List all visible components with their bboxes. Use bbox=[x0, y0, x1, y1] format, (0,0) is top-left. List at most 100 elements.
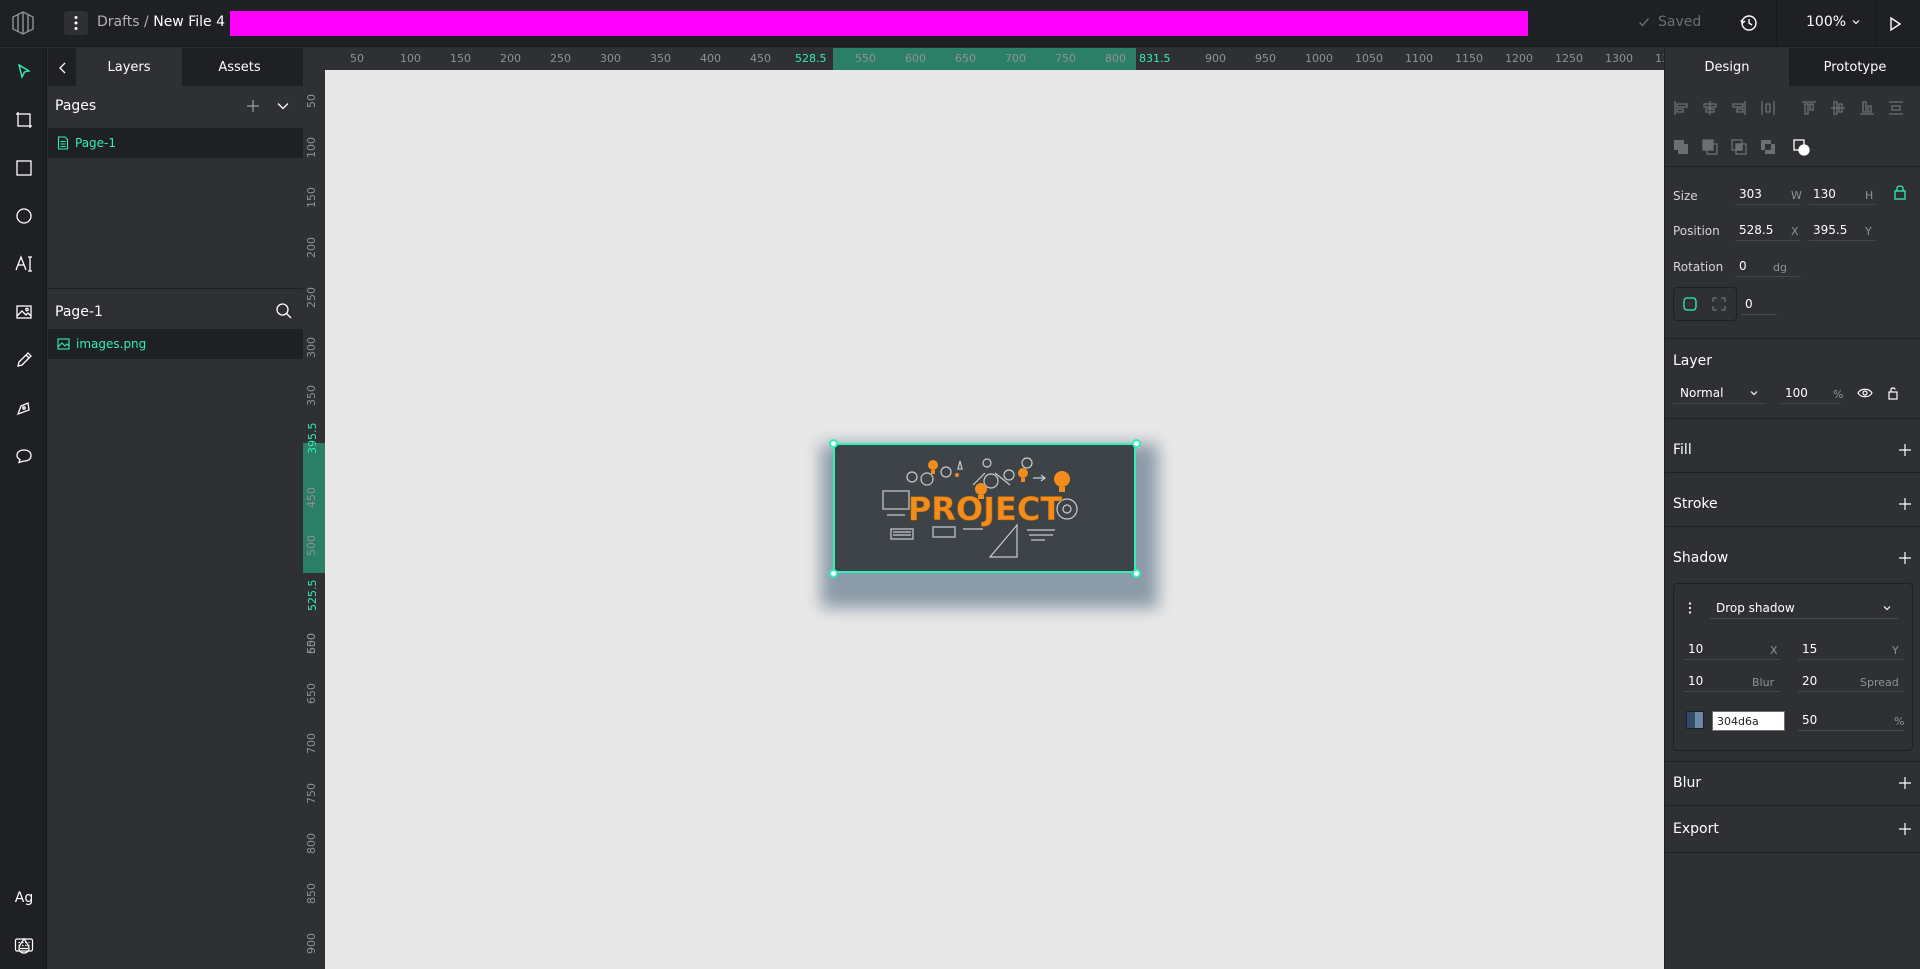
tab-design[interactable]: Design bbox=[1665, 48, 1789, 86]
layer-opacity-unit: % bbox=[1833, 388, 1844, 401]
shortcuts-icon[interactable] bbox=[11, 932, 37, 958]
ruler-tick: 450 bbox=[305, 487, 318, 508]
ruler-selection-start: 528.5 bbox=[795, 52, 827, 65]
eye-icon[interactable] bbox=[1855, 383, 1875, 403]
bool-exclude-icon[interactable] bbox=[1758, 137, 1778, 157]
plus-icon[interactable] bbox=[1897, 821, 1913, 837]
horizontal-ruler: 50 100 150 200 250 300 350 400 450 550 600 650 700 75… bbox=[303, 48, 1664, 70]
ruler-tick: 800 bbox=[1105, 52, 1126, 65]
position-y-unit: Y bbox=[1865, 225, 1872, 238]
ruler-tick: 1250 bbox=[1555, 52, 1583, 65]
back-icon[interactable] bbox=[52, 58, 74, 78]
selected-image[interactable]: PROJECT bbox=[833, 443, 1136, 573]
chevron-down-icon[interactable] bbox=[274, 97, 292, 115]
shadow-y-input[interactable]: 15 bbox=[1798, 638, 1904, 660]
canvas[interactable]: PROJECT bbox=[325, 70, 1664, 969]
align-hcenter-icon[interactable] bbox=[1700, 98, 1720, 118]
tab-prototype[interactable]: Prototype bbox=[1789, 48, 1920, 86]
radius-all-icon[interactable] bbox=[1680, 294, 1700, 314]
radius-input[interactable]: 0 bbox=[1741, 293, 1777, 315]
options-icon[interactable] bbox=[1680, 598, 1700, 618]
rect-icon[interactable] bbox=[11, 155, 37, 181]
left-panel: Layers Assets Pages Page-1 Page-1 images… bbox=[48, 48, 303, 969]
topbar-divider bbox=[1776, 0, 1777, 47]
plus-icon[interactable] bbox=[1897, 496, 1913, 512]
comments-icon[interactable] bbox=[11, 443, 37, 469]
plus-icon[interactable] bbox=[1897, 442, 1913, 458]
shadow-type-select[interactable]: Drop shadow bbox=[1710, 597, 1898, 619]
divider bbox=[1665, 166, 1920, 167]
curve-icon[interactable] bbox=[11, 347, 37, 373]
plus-icon[interactable] bbox=[1897, 775, 1913, 791]
breadcrumb-project[interactable]: Drafts bbox=[97, 14, 140, 30]
align-vcenter-icon[interactable] bbox=[1828, 98, 1848, 118]
page-item[interactable]: Page-1 bbox=[48, 128, 303, 158]
ruler-tick: 900 bbox=[1205, 52, 1226, 65]
bool-intersection-icon[interactable] bbox=[1729, 137, 1749, 157]
distribute-vertical-icon[interactable] bbox=[1886, 98, 1906, 118]
layer-opacity-input[interactable]: 100 bbox=[1781, 382, 1841, 404]
radius-mode-group bbox=[1673, 287, 1737, 321]
flatten-icon[interactable] bbox=[1791, 137, 1811, 157]
shadow-color-input[interactable]: 304d6a bbox=[1712, 711, 1785, 731]
ruler-selection-end: 831.5 bbox=[1139, 52, 1171, 65]
zoom-dropdown[interactable]: 100% bbox=[1806, 14, 1861, 30]
path-icon[interactable] bbox=[11, 395, 37, 421]
move-icon[interactable] bbox=[11, 58, 37, 84]
shadow-opacity-input[interactable]: 50 bbox=[1798, 709, 1904, 731]
rotation-label: Rotation bbox=[1673, 260, 1724, 274]
align-right-icon[interactable] bbox=[1729, 98, 1749, 118]
lock-icon[interactable] bbox=[1883, 383, 1903, 403]
bool-union-icon[interactable] bbox=[1671, 137, 1691, 157]
lock-icon[interactable] bbox=[1890, 182, 1910, 202]
ruler-selection bbox=[833, 48, 1136, 70]
resize-handle-tr[interactable] bbox=[1132, 439, 1141, 448]
position-x-unit: X bbox=[1791, 225, 1799, 238]
resize-handle-bl[interactable] bbox=[829, 569, 838, 578]
layer-item[interactable]: images.png bbox=[48, 329, 303, 359]
resize-handle-br[interactable] bbox=[1132, 569, 1141, 578]
size-label: Size bbox=[1673, 189, 1698, 203]
shadow-color-swatch[interactable] bbox=[1686, 711, 1704, 729]
radius-independent-icon[interactable] bbox=[1709, 294, 1729, 314]
play-icon[interactable] bbox=[1884, 13, 1906, 35]
history-icon[interactable] bbox=[1738, 12, 1760, 34]
image-icon[interactable] bbox=[11, 299, 37, 325]
file-name[interactable]: New File 4 bbox=[153, 14, 225, 30]
search-icon[interactable] bbox=[274, 301, 294, 321]
plus-icon[interactable] bbox=[244, 97, 262, 115]
shadow-opacity-unit: % bbox=[1894, 715, 1905, 728]
text-icon[interactable] bbox=[11, 251, 37, 277]
bool-difference-icon[interactable] bbox=[1700, 137, 1720, 157]
shadow-x-input[interactable]: 10 bbox=[1684, 638, 1780, 660]
resize-handle-tl[interactable] bbox=[829, 439, 838, 448]
pages-divider bbox=[48, 288, 303, 289]
radius-value: 0 bbox=[1745, 296, 1753, 311]
rotation-input[interactable]: 0 bbox=[1735, 255, 1801, 277]
ellipse-icon[interactable] bbox=[11, 203, 37, 229]
shadow-blur-unit: Blur bbox=[1752, 676, 1775, 689]
align-left-icon[interactable] bbox=[1671, 98, 1691, 118]
menu-icon[interactable] bbox=[64, 11, 88, 35]
blend-mode-select[interactable]: Normal bbox=[1673, 382, 1765, 404]
distribute-horizontal-icon[interactable] bbox=[1758, 98, 1778, 118]
tab-layers[interactable]: Layers bbox=[76, 48, 182, 86]
export-section-title: Export bbox=[1673, 821, 1719, 837]
logo-icon[interactable] bbox=[6, 7, 40, 39]
typography-icon[interactable]: Ag bbox=[11, 885, 37, 911]
divider bbox=[1665, 761, 1920, 762]
align-bottom-icon[interactable] bbox=[1857, 98, 1877, 118]
align-top-icon[interactable] bbox=[1799, 98, 1819, 118]
ruler-tick: 1200 bbox=[1505, 52, 1533, 65]
ruler-tick: 100 bbox=[305, 137, 318, 158]
plus-icon[interactable] bbox=[1897, 550, 1913, 566]
layer-label: images.png bbox=[76, 337, 147, 351]
ruler-tick: 650 bbox=[955, 52, 976, 65]
tab-assets[interactable]: Assets bbox=[182, 48, 297, 86]
shadow-blur-value: 10 bbox=[1688, 673, 1704, 688]
topbar-divider bbox=[1875, 0, 1876, 47]
layers-title: Page-1 bbox=[55, 304, 103, 320]
board-icon[interactable] bbox=[11, 107, 37, 133]
project-illustration: PROJECT bbox=[882, 457, 1078, 558]
shadow-section-title: Shadow bbox=[1673, 550, 1729, 566]
